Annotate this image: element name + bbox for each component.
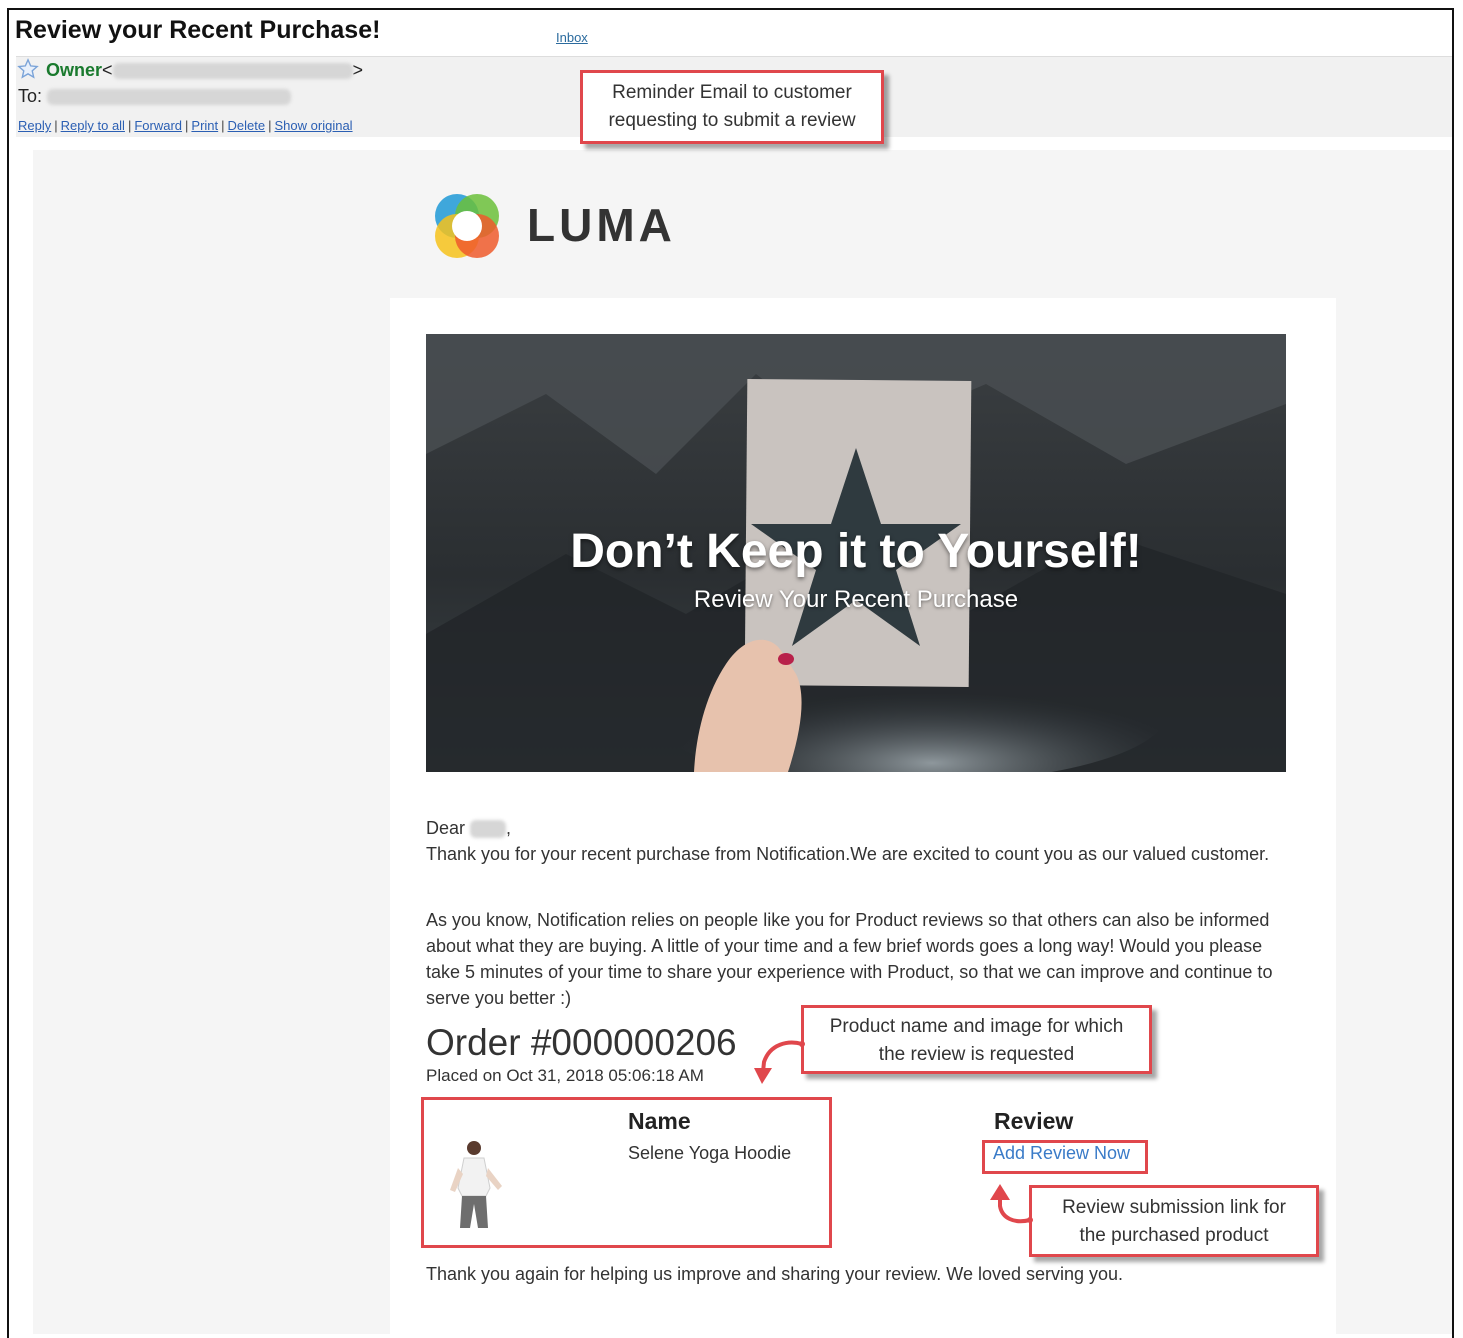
delete-link[interactable]: Delete	[228, 118, 266, 133]
inbox-link[interactable]: Inbox	[556, 30, 588, 45]
closing-text: Thank you again for helping us improve a…	[426, 1264, 1124, 1284]
sender-email-redacted	[112, 63, 353, 80]
forward-link[interactable]: Forward	[134, 118, 182, 133]
customer-name-redacted	[470, 820, 507, 839]
to-label: To:	[18, 86, 43, 106]
email-subject: Review your Recent Purchase!	[15, 16, 381, 44]
luma-logo-icon	[435, 194, 499, 258]
hero-banner: Don’t Keep it to Yourself! Review Your R…	[426, 334, 1286, 772]
name-column-header: Name	[628, 1108, 691, 1134]
order-number: Order #000000206	[426, 1022, 737, 1063]
arrow-to-review-link-icon	[990, 1184, 1033, 1224]
sender-name: Owner	[46, 60, 103, 80]
callout-review-link: Review submission link for the purchased…	[1029, 1185, 1319, 1257]
reply-link[interactable]: Reply	[18, 118, 51, 133]
order-date: Placed on Oct 31, 2018 05:06:18 AM	[426, 1066, 704, 1085]
recipient-email-redacted	[47, 89, 292, 106]
email-actions: Reply | Reply to all | Forward | Print | Delete |…	[18, 118, 353, 133]
callout-reminder: Reminder Email to customer requesting to…	[580, 70, 884, 144]
show-original-link[interactable]: Show original	[275, 118, 353, 133]
paragraph-request: As you know, Notification relies on peop…	[426, 910, 1273, 1008]
add-review-link[interactable]: Add Review Now	[993, 1143, 1130, 1164]
recipient-line: To:	[18, 86, 292, 107]
hero-title: Don’t Keep it to Yourself!	[570, 525, 1142, 578]
review-column-header: Review	[994, 1108, 1074, 1134]
product-image	[450, 1141, 502, 1228]
callout-product: Product name and image for which the rev…	[801, 1005, 1152, 1074]
reply-all-link[interactable]: Reply to all	[61, 118, 125, 133]
greeting: Dear ,	[426, 818, 512, 839]
print-link[interactable]: Print	[191, 118, 218, 133]
paragraph-thanks: Thank you for your recent purchase from …	[426, 844, 1270, 864]
brand-name: LUMA	[527, 199, 676, 251]
star-icon[interactable]	[17, 58, 39, 80]
hero-subtitle: Review Your Recent Purchase	[693, 586, 1019, 613]
sender-line: Owner< >	[46, 60, 364, 80]
product-name: Selene Yoga Hoodie	[628, 1143, 792, 1163]
arrow-to-product-icon	[754, 1040, 805, 1084]
